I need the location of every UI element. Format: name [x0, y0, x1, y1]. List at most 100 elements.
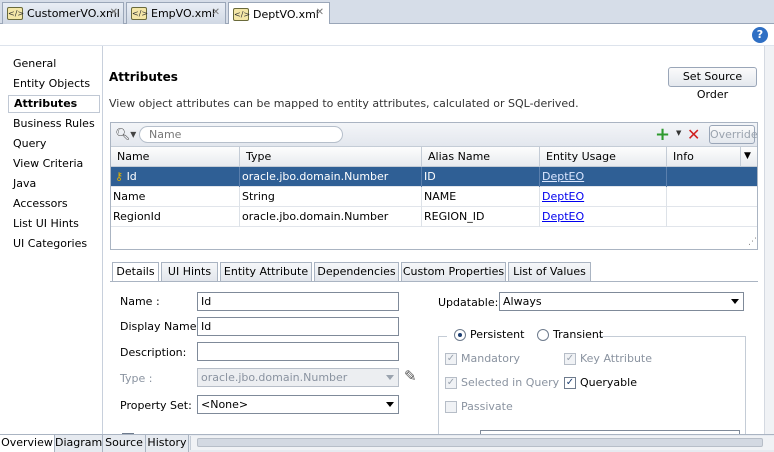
tab-dependencies[interactable]: Dependencies — [314, 262, 399, 281]
nav-view-criteria[interactable]: View Criteria — [13, 157, 83, 170]
property-set-value: <None> — [201, 398, 249, 411]
page-title: Attributes — [109, 70, 178, 84]
key-attribute-label: Key Attribute — [580, 352, 653, 365]
xml-file-icon: </> — [131, 7, 149, 20]
table-row[interactable]: RegionId oracle.jbo.domain.Number REGION… — [111, 207, 757, 227]
tab-empvo[interactable]: </> EmpVO.xml ✕ — [126, 2, 226, 24]
property-set-select[interactable]: <None> — [197, 395, 399, 414]
passivate-label: Passivate — [461, 400, 513, 413]
help-icon[interactable]: ? — [752, 27, 768, 43]
editor-navigation: General Entity Objects Attributes Busine… — [0, 46, 103, 434]
selected-in-query-label: Selected in Query — [461, 376, 560, 389]
close-icon[interactable]: ✕ — [212, 7, 220, 18]
tab-customervo[interactable]: </> CustomerVO.xml ✕ — [2, 2, 124, 24]
tab-label: EmpVO.xml — [151, 7, 215, 20]
property-set-label: Property Set: — [120, 399, 192, 412]
transient-label: Transient — [553, 328, 604, 341]
type-label: Type : — [120, 372, 153, 385]
set-source-order-button[interactable]: Set Source Order — [668, 67, 757, 101]
table-row[interactable]: Name String NAME DeptEO — [111, 187, 757, 207]
transient-radio[interactable] — [537, 329, 549, 341]
nav-general[interactable]: General — [13, 57, 56, 70]
scrollbar-thumb[interactable] — [197, 438, 763, 447]
chevron-down-icon[interactable]: ▼ — [676, 129, 681, 137]
search-icon[interactable]: 🔍︎▾ — [115, 127, 136, 141]
description-field[interactable] — [197, 342, 399, 361]
column-header-alias[interactable]: Alias Name — [422, 147, 540, 167]
cell-name: Id — [126, 170, 137, 183]
name-label: Name : — [120, 295, 160, 308]
tab-label: CustomerVO.xml — [27, 7, 120, 20]
nav-business-rules[interactable]: Business Rules — [13, 117, 95, 130]
cell-type: oracle.jbo.domain.Number — [240, 207, 422, 227]
cell-type: String — [240, 187, 422, 207]
tab-custom-properties[interactable]: Custom Properties — [401, 262, 506, 281]
nav-entity-objects[interactable]: Entity Objects — [13, 77, 90, 90]
updatable-select[interactable]: Always — [499, 292, 744, 311]
cell-name: RegionId — [111, 207, 240, 227]
mandatory-checkbox[interactable]: ✓ — [445, 353, 457, 365]
name-field[interactable]: Id — [197, 292, 399, 311]
cell-info — [667, 207, 757, 227]
mandatory-label: Mandatory — [461, 352, 521, 365]
override-button[interactable]: Override — [709, 125, 758, 144]
edit-pencil-icon[interactable]: ✎ — [404, 367, 417, 385]
chevron-down-icon — [731, 299, 739, 304]
column-header-entity-usage[interactable]: Entity Usage — [540, 147, 667, 167]
close-icon[interactable]: ✕ — [316, 7, 324, 18]
cell-info — [667, 187, 757, 207]
tab-deptvo[interactable]: </> DeptVO.xml ✕ — [228, 2, 330, 25]
tab-details[interactable]: Details — [112, 262, 159, 282]
cell-name: Name — [111, 187, 240, 207]
display-name-label: Display Name: — [120, 320, 201, 333]
cell-type: oracle.jbo.domain.Number — [240, 167, 422, 187]
tab-history[interactable]: History — [146, 435, 189, 452]
nav-list-ui-hints[interactable]: List UI Hints — [13, 217, 79, 230]
tab-ui-hints[interactable]: UI Hints — [161, 262, 218, 281]
cell-alias: REGION_ID — [422, 207, 540, 227]
selected-in-query-checkbox[interactable]: ✓ — [445, 377, 457, 389]
entity-usage-link[interactable]: DeptEO — [542, 170, 584, 183]
nav-java[interactable]: Java — [13, 177, 36, 190]
attributes-table: 🔍︎▾ Name + ▼ ✕ Override Name Type Alias … — [110, 122, 758, 250]
persistent-radio[interactable] — [454, 329, 466, 341]
cell-info — [667, 167, 757, 187]
delete-icon[interactable]: ✕ — [687, 125, 700, 144]
nav-accessors[interactable]: Accessors — [13, 197, 68, 210]
vertical-scrollbar[interactable] — [764, 46, 774, 434]
table-header: Name Type Alias Name Entity Usage Info ▼ — [111, 147, 757, 167]
passivate-checkbox[interactable] — [445, 401, 457, 413]
type-select: oracle.jbo.domain.Number — [197, 368, 399, 387]
display-name-field[interactable]: Id — [197, 317, 399, 336]
nav-ui-categories[interactable]: UI Categories — [13, 237, 87, 250]
cell-alias: NAME — [422, 187, 540, 207]
column-header-name[interactable]: Name — [111, 147, 240, 167]
column-menu-icon[interactable]: ▼ — [744, 151, 751, 161]
nav-query[interactable]: Query — [13, 137, 46, 150]
column-header-type[interactable]: Type — [240, 147, 422, 167]
xml-file-icon: </> — [7, 7, 25, 20]
table-row[interactable]: ⚷ Id oracle.jbo.domain.Number ID DeptEO — [111, 167, 757, 187]
entity-usage-link[interactable]: DeptEO — [542, 210, 584, 223]
details-panel: Name : Id Display Name: Id Description: … — [110, 281, 758, 437]
tab-entity-attribute[interactable]: Entity Attribute — [220, 262, 312, 281]
key-attribute-checkbox[interactable]: ✓ — [564, 353, 576, 365]
search-input[interactable]: Name — [139, 126, 343, 143]
type-value: oracle.jbo.domain.Number — [201, 371, 348, 384]
queryable-checkbox[interactable]: ✓ — [564, 377, 576, 389]
chevron-down-icon — [386, 375, 394, 380]
close-icon[interactable]: ✕ — [110, 7, 118, 18]
xml-file-icon: </> — [233, 7, 251, 21]
tab-overview[interactable]: Overview — [0, 435, 55, 452]
add-icon[interactable]: + — [655, 124, 670, 145]
description-label: Description: — [120, 346, 187, 359]
table-toolbar: 🔍︎▾ Name + ▼ ✕ Override — [111, 123, 758, 147]
resize-grip-icon[interactable]: ⋰ — [748, 237, 757, 247]
tab-list-of-values[interactable]: List of Values — [508, 262, 591, 281]
entity-usage-link[interactable]: DeptEO — [542, 190, 584, 203]
tab-diagram[interactable]: Diagram — [55, 435, 103, 452]
horizontal-scrollbar[interactable] — [190, 436, 774, 450]
column-header-info[interactable]: Info — [667, 147, 741, 167]
nav-attributes[interactable]: Attributes — [8, 95, 100, 113]
tab-source[interactable]: Source — [103, 435, 146, 452]
